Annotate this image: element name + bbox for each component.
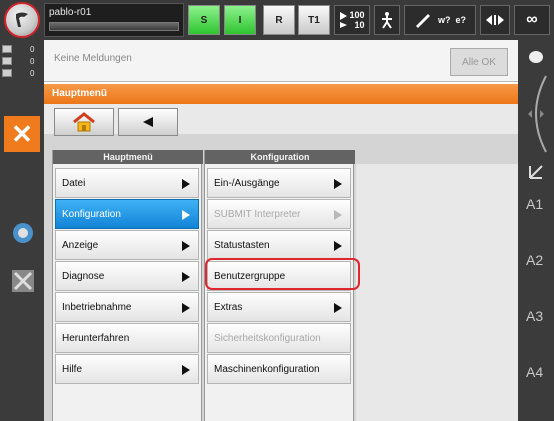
close-icon: ✕ <box>11 118 33 149</box>
status-key-value: 0 <box>30 56 35 66</box>
override-button[interactable]: 100 10 <box>334 5 370 35</box>
main-menu-window: Hauptmenü Hauptmenü Datei Konfiguration <box>44 84 518 421</box>
kuka-hmi-logo-icon[interactable] <box>4 2 40 38</box>
message-text: Keine Meldungen <box>54 53 132 64</box>
acknowledge-all-button[interactable]: Alle OK <box>450 48 508 76</box>
home-icon <box>73 112 95 132</box>
message-window: Keine Meldungen Alle OK <box>44 40 518 82</box>
menu-item-hilfe[interactable]: Hilfe <box>55 354 199 384</box>
submenu-arrow-icon <box>334 210 342 220</box>
robot-icon[interactable] <box>10 220 36 246</box>
space-mouse-icon[interactable] <box>528 50 544 69</box>
status-key-3[interactable]: 0 <box>2 68 42 78</box>
menu-item-label: Datei <box>62 177 86 189</box>
status-key-1[interactable]: 0 <box>2 44 42 54</box>
menu-item-extras[interactable]: Extras <box>207 292 351 322</box>
menu-item-label: Statustasten <box>214 239 270 251</box>
menu-item-label: Herunterfahren <box>62 332 130 344</box>
jog-mode-button[interactable] <box>374 5 400 35</box>
status-key-2[interactable]: 0 <box>2 56 42 66</box>
menu-item-label: Extras <box>214 301 243 313</box>
submenu-arrow-icon <box>182 241 190 251</box>
infinity-button[interactable]: ∞ <box>514 5 550 35</box>
axis-label-a2[interactable]: A2 <box>526 252 543 268</box>
status-key-value: 0 <box>30 68 35 78</box>
menu-item-datei[interactable]: Datei <box>55 168 199 198</box>
jog-mode-icon <box>382 12 392 29</box>
window-title-bar: Hauptmenü <box>44 84 518 104</box>
menu-item-label: Ein-/Ausgänge <box>214 177 280 189</box>
menu-item-diagnose[interactable]: Diagnose <box>55 261 199 291</box>
menu-item-maschinenkonfiguration[interactable]: Maschinenkonfiguration <box>207 354 351 384</box>
submenu-arrow-icon <box>182 272 190 282</box>
submenu-arrow-icon <box>182 179 190 189</box>
main-menu-column: Hauptmenü Datei Konfiguration Anzeige Di… <box>52 150 203 421</box>
submenu-arrow-icon <box>182 303 190 313</box>
jog-options-icon <box>486 15 504 25</box>
menu-item-label: Inbetriebnahme <box>62 301 132 313</box>
status-key-icon <box>2 69 12 77</box>
benutzergruppe-highlight <box>205 258 360 290</box>
override-icon <box>340 12 348 28</box>
back-arrow-icon <box>143 117 153 127</box>
jog-options-button[interactable] <box>480 5 510 35</box>
program-override: 100 <box>349 10 365 20</box>
tool-icon <box>415 14 430 28</box>
menu-item-konfiguration[interactable]: Konfiguration <box>55 199 199 229</box>
menu-item-label: Anzeige <box>62 239 99 251</box>
submit-interpreter-status-button[interactable]: S <box>188 5 220 35</box>
status-key-icon <box>2 57 12 65</box>
robot-status-panel[interactable]: pablo-r01 <box>44 3 184 37</box>
submenu-arrow-icon <box>182 365 190 375</box>
left-side-panel: 0 0 0 ✕ <box>0 40 44 421</box>
submenu-arrow-icon <box>334 303 342 313</box>
operating-mode-button[interactable]: T1 <box>298 5 330 35</box>
menu-item-label: Sicherheitskonfiguration <box>214 332 321 344</box>
empty-submenu-area <box>356 164 518 421</box>
status-bar: pablo-r01 S I R T1 100 10 w? e? ∞ <box>0 0 554 40</box>
menu-nav-bar <box>44 104 518 136</box>
jog-keys-icon[interactable] <box>10 268 36 294</box>
axis-label-a1[interactable]: A1 <box>526 196 543 212</box>
jog-override: 10 <box>354 20 365 30</box>
robot-interpreter-button[interactable]: R <box>263 5 295 35</box>
status-key-value: 0 <box>30 44 35 54</box>
tool-base-button[interactable]: w? e? <box>404 5 476 35</box>
menu-item-inbetriebnahme[interactable]: Inbetriebnahme <box>55 292 199 322</box>
robot-program-bar <box>49 22 179 31</box>
menu-item-submit-interpreter: SUBMIT Interpreter <box>207 199 351 229</box>
window-title: Hauptmenü <box>52 88 107 99</box>
coordinate-system-icon[interactable] <box>528 164 544 185</box>
submenu-arrow-icon <box>182 210 190 220</box>
menu-item-anzeige[interactable]: Anzeige <box>55 230 199 260</box>
menu-item-label: Maschinenkonfiguration <box>214 363 320 375</box>
submenu-arrow-icon <box>334 241 342 251</box>
axis-label-a4[interactable]: A4 <box>526 364 543 380</box>
close-menu-button[interactable]: ✕ <box>4 116 40 152</box>
menu-item-sicherheitskonfiguration: Sicherheitskonfiguration <box>207 323 351 353</box>
right-side-panel: A1 A2 A3 A4 <box>518 40 554 421</box>
jog-wheel-icon[interactable] <box>522 74 550 159</box>
submenu-arrow-icon <box>334 179 342 189</box>
konfiguration-header: Konfiguration <box>205 150 355 164</box>
menu-item-label: Konfiguration <box>62 208 121 220</box>
menu-item-ein-ausgaenge[interactable]: Ein-/Ausgänge <box>207 168 351 198</box>
status-key-icon <box>2 45 12 53</box>
axis-label-a3[interactable]: A3 <box>526 308 543 324</box>
menu-item-label: SUBMIT Interpreter <box>214 208 301 220</box>
drives-status-button[interactable]: I <box>224 5 256 35</box>
menu-item-herunterfahren[interactable]: Herunterfahren <box>55 323 199 353</box>
main-menu-header: Hauptmenü <box>53 150 203 164</box>
menu-item-label: Diagnose <box>62 270 105 282</box>
menu-item-label: Hilfe <box>62 363 83 375</box>
menu-item-statustasten[interactable]: Statustasten <box>207 230 351 260</box>
tool-base-label: w? e? <box>437 15 466 25</box>
back-button[interactable] <box>118 108 178 136</box>
home-button[interactable] <box>54 108 114 136</box>
robot-name: pablo-r01 <box>49 7 92 18</box>
